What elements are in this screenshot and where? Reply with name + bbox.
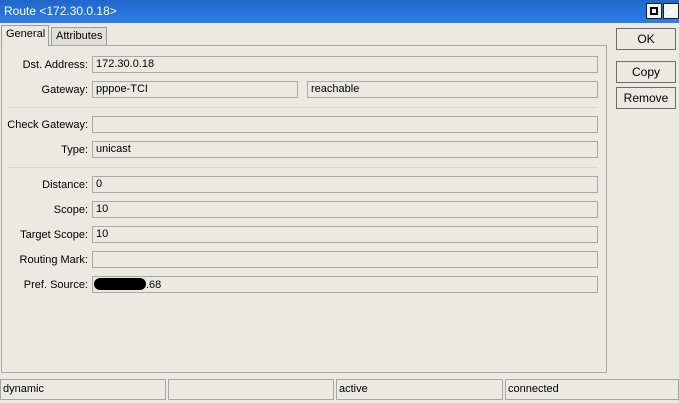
scope-field[interactable]: 10 xyxy=(92,201,598,218)
distance-field[interactable]: 0 xyxy=(92,176,598,193)
general-panel: Dst. Address: 172.30.0.18 Gateway: pppoe… xyxy=(1,45,607,373)
distance-label: Distance: xyxy=(42,179,88,191)
status-dynamic: dynamic xyxy=(0,379,166,400)
close-icon: ✕ xyxy=(666,4,676,18)
status-bar: dynamic active connected xyxy=(0,379,679,400)
ok-button[interactable]: OK xyxy=(616,28,676,50)
pref-source-label: Pref. Source: xyxy=(23,279,88,291)
separator xyxy=(8,167,598,168)
dst-address-label: Dst. Address: xyxy=(22,59,88,71)
status-connected: connected xyxy=(505,379,679,400)
tab-general[interactable]: General xyxy=(1,25,49,46)
pref-source-field[interactable]: .68 xyxy=(92,276,598,293)
status-empty xyxy=(168,379,334,400)
target-scope-label: Target Scope: xyxy=(20,229,88,241)
type-label: Type: xyxy=(61,144,88,156)
gateway-field[interactable]: pppoe-TCI xyxy=(92,81,298,98)
title-bar: Route <172.30.0.18> ✕ xyxy=(0,0,679,23)
dst-address-field[interactable]: 172.30.0.18 xyxy=(92,56,598,73)
check-gateway-field[interactable] xyxy=(92,116,598,133)
maximize-icon xyxy=(650,7,658,15)
routing-mark-label: Routing Mark: xyxy=(19,254,88,266)
remove-button[interactable]: Remove xyxy=(616,87,676,109)
pref-source-value: .68 xyxy=(146,279,162,291)
close-button[interactable]: ✕ xyxy=(663,3,679,19)
type-field[interactable]: unicast xyxy=(92,141,598,158)
window-title: Route <172.30.0.18> xyxy=(4,4,117,18)
redaction-mark xyxy=(94,278,146,290)
check-gateway-label: Check Gateway: xyxy=(7,119,88,131)
tab-attributes[interactable]: Attributes xyxy=(51,27,107,45)
gateway-label: Gateway: xyxy=(41,84,88,96)
status-active: active xyxy=(336,379,503,400)
target-scope-field[interactable]: 10 xyxy=(92,226,598,243)
gateway-status-field: reachable xyxy=(307,81,598,98)
maximize-button[interactable] xyxy=(646,3,662,19)
routing-mark-field[interactable] xyxy=(92,251,598,268)
separator xyxy=(8,107,598,108)
scope-label: Scope: xyxy=(53,204,88,216)
copy-button[interactable]: Copy xyxy=(616,61,676,83)
